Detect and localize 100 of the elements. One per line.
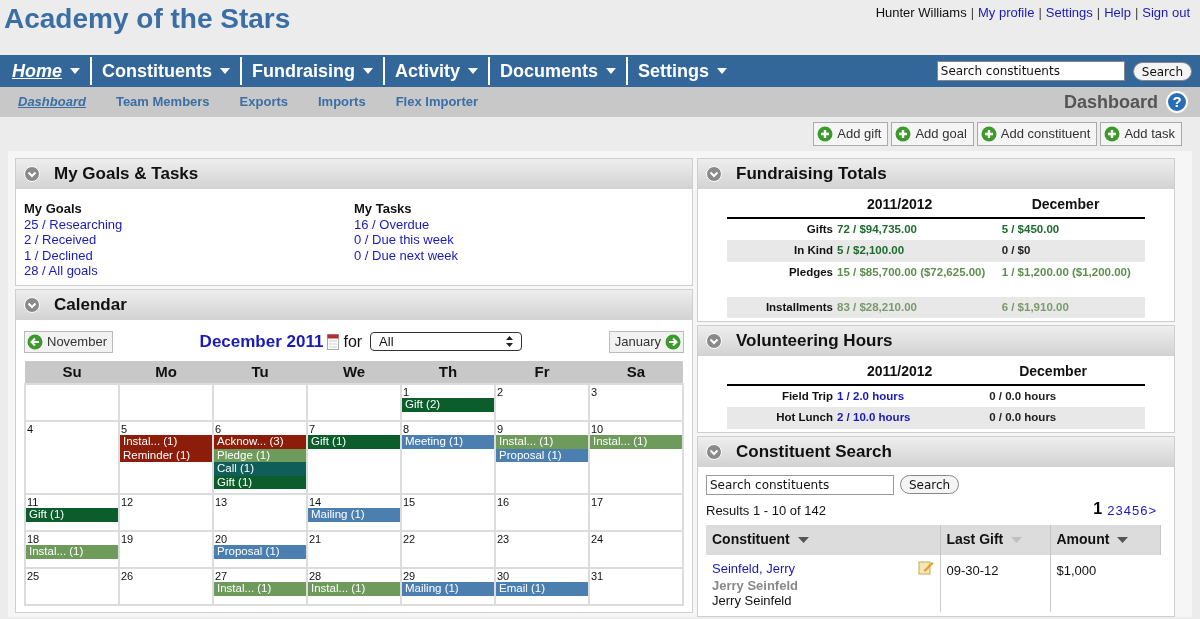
updown-icon [506,336,514,347]
stat-value: 5 / $2,100.00 [837,240,1002,262]
chevron-icon [706,333,722,349]
column-header: 2011/2012 [837,194,1002,218]
caret-icon [363,68,373,74]
column-header[interactable]: Last Gift [940,524,1050,555]
page-link[interactable]: 1 [1093,496,1103,521]
calendar-event[interactable]: Gift (1) [308,435,400,449]
nav-tab[interactable]: Activity [383,57,489,85]
header-link[interactable]: Sign out [1142,3,1190,23]
day-number: 30 [496,569,511,582]
column-header[interactable]: Constituent [706,524,940,555]
goal-link[interactable]: 16 / Overdue [354,216,430,232]
page-link[interactable]: > [1148,501,1156,521]
day-number: 28 [308,569,323,582]
separator: | [1096,4,1101,22]
calendar-event[interactable]: Mailing (1) [308,508,400,522]
nav-tab[interactable]: Documents [488,57,627,85]
chevron-icon [24,166,40,182]
day-number: 16 [496,495,511,508]
day-number: 4 [26,422,35,435]
calendar-icon [327,333,340,350]
page-link[interactable]: 3 [1115,501,1123,521]
goal-link[interactable]: 0 / Due next week [354,247,459,263]
caret-icon [220,68,230,74]
separator: | [1038,4,1042,22]
results-count: Results 1 - 10 of 142 [706,502,826,520]
separator: | [970,4,975,22]
stat-value: 1 / $1,200.00 ($1,200.00) [1001,261,1145,297]
search-button[interactable]: Search [1132,61,1192,81]
page-link[interactable]: 4 [1123,501,1131,521]
goal-link[interactable]: 0 / Due this week [354,232,454,248]
plus-icon [1104,126,1121,142]
help-icon[interactable]: ? [1166,91,1188,113]
contact-name: Jerry Seinfeld [712,593,793,608]
panel-title: My Goals & Tasks [54,163,199,186]
goal-link[interactable]: 25 / Researching [24,216,123,232]
column-header: 2011/2012 [837,361,990,385]
caret-icon [468,68,479,74]
goal-link[interactable]: 2 / Received [24,232,97,248]
day-number: 14 [308,495,323,508]
calendar-event[interactable]: Mailing (1) [402,582,494,596]
nav-tab[interactable]: Home [2,57,90,85]
stat-value: 1 / 2.0 hours [837,385,990,408]
day-number: 15 [402,495,417,508]
plus-icon [817,126,834,142]
goal-link[interactable]: 28 / All goals [24,263,98,279]
day-number: 5 [120,422,129,435]
constituent-link[interactable]: Seinfeld, Jerry [712,558,796,578]
header-link[interactable]: Help [1104,3,1131,23]
add-button[interactable]: Add task [1100,122,1182,146]
page-link[interactable]: 6 [1140,501,1148,521]
site-title: Academy of the Stars [4,2,291,36]
nav-tab[interactable]: Settings [626,57,738,85]
day-number: 8 [402,422,411,435]
calendar-event[interactable]: Email (1) [496,582,588,596]
header-link[interactable]: Settings [1045,3,1093,23]
column-header[interactable]: Amount [1050,524,1161,555]
page-link[interactable]: 5 [1131,501,1140,521]
filter-dropdown[interactable]: All [370,332,523,351]
header-link[interactable]: My profile [978,3,1035,23]
panel-title: Volunteering Hours [736,330,893,353]
calendar-event[interactable]: Gift (1) [26,508,118,522]
weekday-header: Fr [495,360,589,384]
calendar-event[interactable]: Gift (2) [402,398,494,412]
calendar-event[interactable]: Call (1) [214,462,306,476]
stat-value: 83 / $28,210.00 [837,296,1002,318]
calendar-event[interactable]: Acknow... (3) [214,435,306,449]
next-month-button[interactable]: January [608,330,684,353]
weekday-header: Th [401,360,495,384]
day-number: 25 [26,569,41,582]
weekday-header: Mo [119,360,213,384]
separator: | [1134,4,1139,22]
prev-month-button[interactable]: November [24,330,113,353]
add-button[interactable]: Add constituent [976,122,1098,146]
search-button[interactable]: Search [900,475,960,494]
stat-value: 15 / $85,700.00 ($72,625.00) [837,261,1002,297]
day-number: 2 [496,385,505,398]
calendar-event[interactable]: Proposal (1) [214,545,306,559]
search-field[interactable]: Search constituents [706,474,894,495]
panel-title: Fundraising Totals [736,163,887,186]
plus-icon [980,126,997,142]
weekday-header: Tu [213,360,307,384]
add-button[interactable]: Add gift [813,122,889,146]
search-field[interactable]: Search constituents [936,61,1125,81]
row-label: Installments [727,296,837,318]
stat-value: 6 / $1,910.00 [1001,296,1145,318]
page-link[interactable]: 2 [1107,501,1115,521]
month-title: December 2011 [199,330,324,353]
add-button[interactable]: Add goal [891,122,974,146]
weekday-header: Sa [589,360,683,384]
goal-link[interactable]: 1 / Declined [24,247,93,263]
calendar-event[interactable]: Instal... (1) [120,435,212,449]
day-number: 27 [214,569,229,582]
row-label: Gifts [727,218,837,241]
section-heading: My Goals [24,201,82,217]
nav-tab[interactable]: Constituents [90,57,240,85]
calendar-event[interactable]: Meeting (1) [402,435,494,449]
day-number: 20 [214,532,229,545]
nav-tab[interactable]: Fundraising [240,57,383,85]
